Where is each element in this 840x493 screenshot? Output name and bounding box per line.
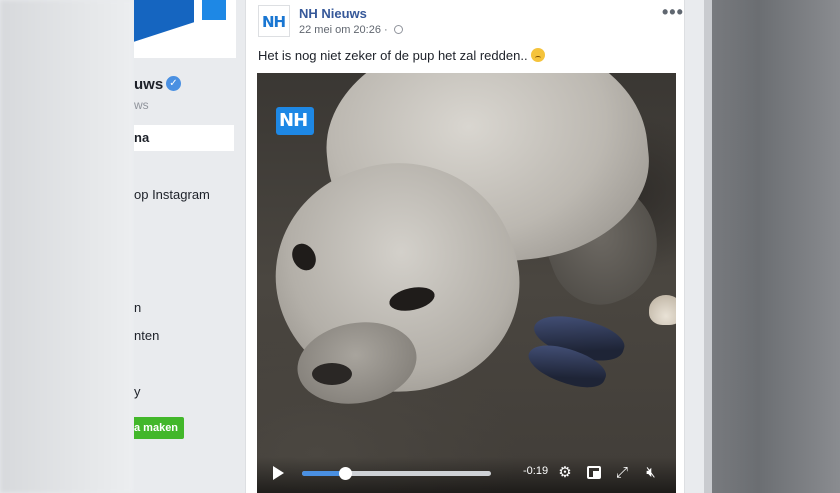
sidebar-item[interactable]: nten [134,328,159,343]
author-avatar[interactable]: NH [258,5,290,37]
sidebar-item[interactable]: n [134,300,141,315]
gear-icon[interactable]: ⚙ [556,464,574,482]
page-name[interactable]: uws [134,76,163,93]
post-text: Het is nog niet zeker of de pup het zal … [258,48,545,63]
page-sidebar: uws ✓ ws na op Instagram n nten y a make… [134,0,236,493]
post-message: Het is nog niet zeker of de pup het zal … [258,48,528,63]
video-progress-bar[interactable] [302,467,491,480]
screenshot-stage: uws ✓ ws na op Instagram n nten y a make… [0,0,840,493]
play-icon[interactable] [273,466,284,480]
video-controls: -0:19 ⚙ ⤢ 🔇︎ [257,457,676,493]
more-options-icon[interactable]: ••• [662,2,684,23]
video-frame-shell [649,295,676,325]
meta-separator: · [384,24,388,36]
video-channel-logo: NH [276,107,314,135]
picture-in-picture-icon[interactable] [585,464,603,482]
blurred-background-right [704,0,840,493]
sidebar-item[interactable]: y [134,384,141,399]
post-timestamp[interactable]: 22 mei om 20:26 [299,24,381,36]
video-frame-seal-nose [312,363,352,385]
post-meta: 22 mei om 20:26 · [299,24,403,36]
avatar-logo-text: NH [262,13,286,31]
page-handle: ws [134,98,149,112]
globe-icon [393,25,403,34]
worried-face-emoji-icon [530,48,545,62]
feed-post: NH NH Nieuws 22 mei om 20:26 · ••• Het i… [245,0,685,493]
sidebar-item-active[interactable]: na [134,125,234,151]
sidebar-item-instagram[interactable]: op Instagram [134,187,210,202]
fullscreen-icon[interactable]: ⤢ [613,464,631,482]
page-cover-logo[interactable] [134,0,236,58]
volume-muted-icon[interactable]: 🔇︎ [642,464,660,482]
create-button[interactable]: a maken [134,417,184,439]
post-author[interactable]: NH Nieuws [299,6,367,21]
video-player[interactable]: NH -0:19 ⚙ ⤢ 🔇︎ [257,73,676,493]
verified-badge-icon: ✓ [166,76,181,91]
video-time-remaining: -0:19 [523,465,549,477]
video-progress-knob[interactable] [339,467,353,480]
blurred-background-left [0,0,134,493]
